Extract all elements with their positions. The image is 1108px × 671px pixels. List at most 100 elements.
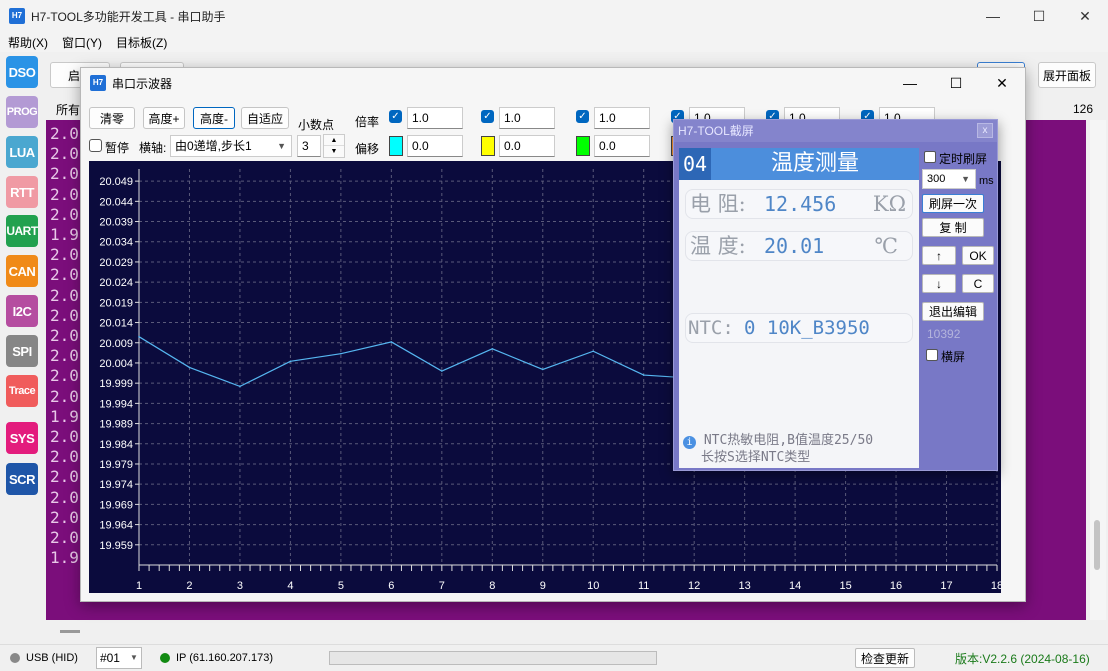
expand-panel-button[interactable]: 展开面板 [1038, 62, 1096, 88]
data-value: 2.0 [50, 467, 79, 487]
menu-window[interactable]: 窗口(Y) [62, 34, 102, 51]
port-select[interactable]: #01 ▼ [95, 647, 142, 669]
stepper-up-icon[interactable]: ▲ [324, 135, 344, 146]
screenshot-title: H7-TOOL截屏 [674, 120, 997, 142]
interval-select[interactable]: 300 ▼ [922, 169, 976, 189]
clear-button[interactable]: 清零 [89, 107, 135, 129]
screenshot-close-button[interactable]: x [977, 123, 993, 138]
minimize-icon[interactable]: — [970, 0, 1016, 32]
data-point [188, 366, 191, 369]
pause-checkbox[interactable] [89, 139, 102, 152]
data-value: 2.0 [50, 305, 79, 325]
sidebar-rtt-button[interactable]: RTT [6, 176, 38, 208]
ch2-offset-input[interactable]: 0.0 [499, 135, 555, 157]
decimal-stepper[interactable]: ▲ ▼ [323, 134, 345, 158]
timed-refresh-checkbox[interactable] [924, 151, 936, 163]
ch2-scale-input[interactable]: 1.0 [499, 107, 555, 129]
ch1-scale-input[interactable]: 1.0 [407, 107, 463, 129]
ok-button[interactable]: OK [962, 246, 994, 265]
osc-close-icon[interactable]: ✕ [979, 68, 1025, 98]
x-tick-label: 1 [136, 580, 142, 592]
x-tick-label: 12 [688, 580, 700, 592]
xaxis-select[interactable]: 由0递增,步长1 ▼ [170, 135, 292, 157]
y-tick-label: 19.989 [99, 419, 133, 431]
sidebar-scr-button[interactable]: SCR [6, 463, 38, 495]
sidebar-uart-button[interactable]: UART [6, 215, 38, 247]
data-value: 2.0 [50, 487, 79, 507]
sidebar-i2c-button[interactable]: I2C [6, 295, 38, 327]
xaxis-label: 横轴: [139, 141, 167, 155]
refresh-once-button[interactable]: 刷屏一次 [922, 194, 984, 213]
ntc-row: NTC: 0 10K_B3950 [685, 313, 913, 343]
data-point [138, 335, 140, 338]
menu-help[interactable]: 帮助(X) [8, 34, 48, 51]
osc-minimize-icon[interactable]: — [887, 68, 933, 98]
hscroll-thumb[interactable] [60, 630, 80, 633]
exit-edit-button[interactable]: 退出编辑 [922, 302, 984, 321]
osc-logo: H7 [90, 75, 106, 91]
lcd-screen[interactable]: 04 温度测量 电 阻: 12.456 KΩ 温 度: 20.01 ℃ NTC:… [679, 148, 919, 468]
ch1-enable-checkbox[interactable]: ✓ [389, 110, 402, 123]
osc-maximize-icon[interactable]: ☐ [933, 68, 979, 98]
ch1-color-swatch[interactable] [389, 136, 403, 156]
x-tick-label: 9 [540, 580, 546, 592]
sidebar-sys-button[interactable]: SYS [6, 422, 38, 454]
data-value: 2.0 [50, 447, 79, 467]
height-plus-button[interactable]: 高度+ [143, 107, 185, 129]
close-icon[interactable]: ✕ [1062, 0, 1108, 32]
ch3-offset-input[interactable]: 0.0 [594, 135, 650, 157]
down-button[interactable]: ↓ [922, 274, 956, 293]
decimal-input[interactable]: 3 [297, 135, 321, 157]
data-value: 2.0 [50, 528, 79, 548]
height-minus-button[interactable]: 高度- [193, 107, 235, 129]
ch2-enable-checkbox[interactable]: ✓ [481, 110, 494, 123]
x-tick-label: 16 [890, 580, 902, 592]
data-value: 2.0 [50, 204, 79, 224]
data-value: 1.9 [50, 225, 79, 245]
ch2-color-swatch[interactable] [481, 136, 495, 156]
up-button[interactable]: ↑ [922, 246, 956, 265]
sidebar-prog-button[interactable]: PROG [6, 96, 38, 128]
copy-button[interactable]: 复 制 [922, 218, 984, 237]
screenshot-window: H7-TOOL截屏 x 04 温度测量 电 阻: 12.456 KΩ 温 度: … [673, 119, 998, 471]
maximize-icon[interactable]: ☐ [1016, 0, 1062, 32]
landscape-checkbox[interactable] [926, 349, 938, 361]
temperature-unit: ℃ [874, 234, 899, 258]
y-tick-label: 20.029 [99, 257, 133, 269]
stepper-down-icon[interactable]: ▼ [324, 146, 344, 157]
data-point [289, 360, 292, 363]
horizontal-scrollbar[interactable] [46, 624, 1086, 638]
sidebar-lua-button[interactable]: LUA [6, 136, 38, 168]
all-tab[interactable]: 所有 [56, 101, 80, 118]
sidebar-trace-button[interactable]: Trace [6, 375, 38, 407]
data-value: 2.0 [50, 184, 79, 204]
ch3-enable-checkbox[interactable]: ✓ [576, 110, 589, 123]
ch1-offset-input[interactable]: 0.0 [407, 135, 463, 157]
vertical-scrollbar[interactable] [1090, 120, 1106, 620]
sidebar-spi-button[interactable]: SPI [6, 335, 38, 367]
y-tick-label: 20.009 [99, 338, 133, 350]
sidebar-dso-button[interactable]: DSO [6, 56, 38, 88]
x-tick-label: 6 [388, 580, 394, 592]
data-point [239, 385, 241, 388]
c-button[interactable]: C [962, 274, 994, 293]
temperature-row: 温 度: 20.01 ℃ [685, 231, 913, 261]
sidebar-can-button[interactable]: CAN [6, 255, 38, 287]
check-update-button[interactable]: 检查更新 [855, 648, 915, 668]
y-tick-label: 20.004 [99, 358, 133, 370]
lcd-note-line1: NTC热敏电阻,B值温度25/50 [703, 433, 874, 448]
x-tick-label: 13 [739, 580, 751, 592]
menu-target[interactable]: 目标板(Z) [116, 34, 167, 51]
info-icon: i [683, 436, 696, 449]
data-point [441, 370, 443, 372]
x-tick-label: 14 [789, 580, 801, 592]
ntc-value: 0 10K_B3950 [744, 317, 870, 339]
bg-counter: 126 [1073, 102, 1094, 116]
scroll-thumb[interactable] [1094, 520, 1100, 570]
x-tick-label: 5 [338, 580, 344, 592]
data-value: 2.0 [50, 427, 79, 447]
data-point [541, 368, 544, 371]
ch3-scale-input[interactable]: 1.0 [594, 107, 650, 129]
auto-fit-button[interactable]: 自适应 [241, 107, 289, 129]
ch3-color-swatch[interactable] [576, 136, 590, 156]
